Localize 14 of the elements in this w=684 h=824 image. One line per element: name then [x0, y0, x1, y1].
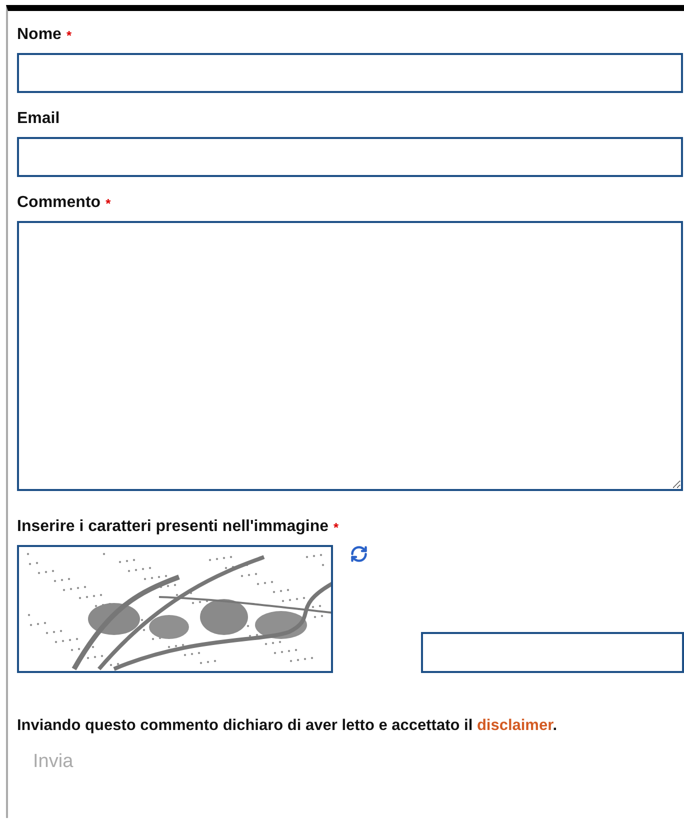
input-field[interactable] — [17, 53, 683, 93]
refresh-icon[interactable] — [350, 545, 368, 563]
field-label: Inserire i caratteri presenti nell'immagine — [17, 518, 328, 536]
disclaimer-link[interactable]: disclaimer — [476, 717, 553, 734]
captcha-field[interactable] — [421, 632, 684, 673]
required-mark: * — [333, 520, 339, 534]
comment-field[interactable] — [17, 221, 683, 491]
consent-text: Inviando questo commento dichiaro di aver letto e accettato il disclaimer. — [17, 717, 558, 735]
required-mark: * — [66, 28, 72, 42]
input-field[interactable] — [17, 137, 683, 177]
field-label: Email — [17, 110, 60, 128]
required-mark: * — [106, 196, 111, 210]
field-label: Commento — [17, 194, 101, 212]
field-label: Nome — [17, 26, 62, 44]
